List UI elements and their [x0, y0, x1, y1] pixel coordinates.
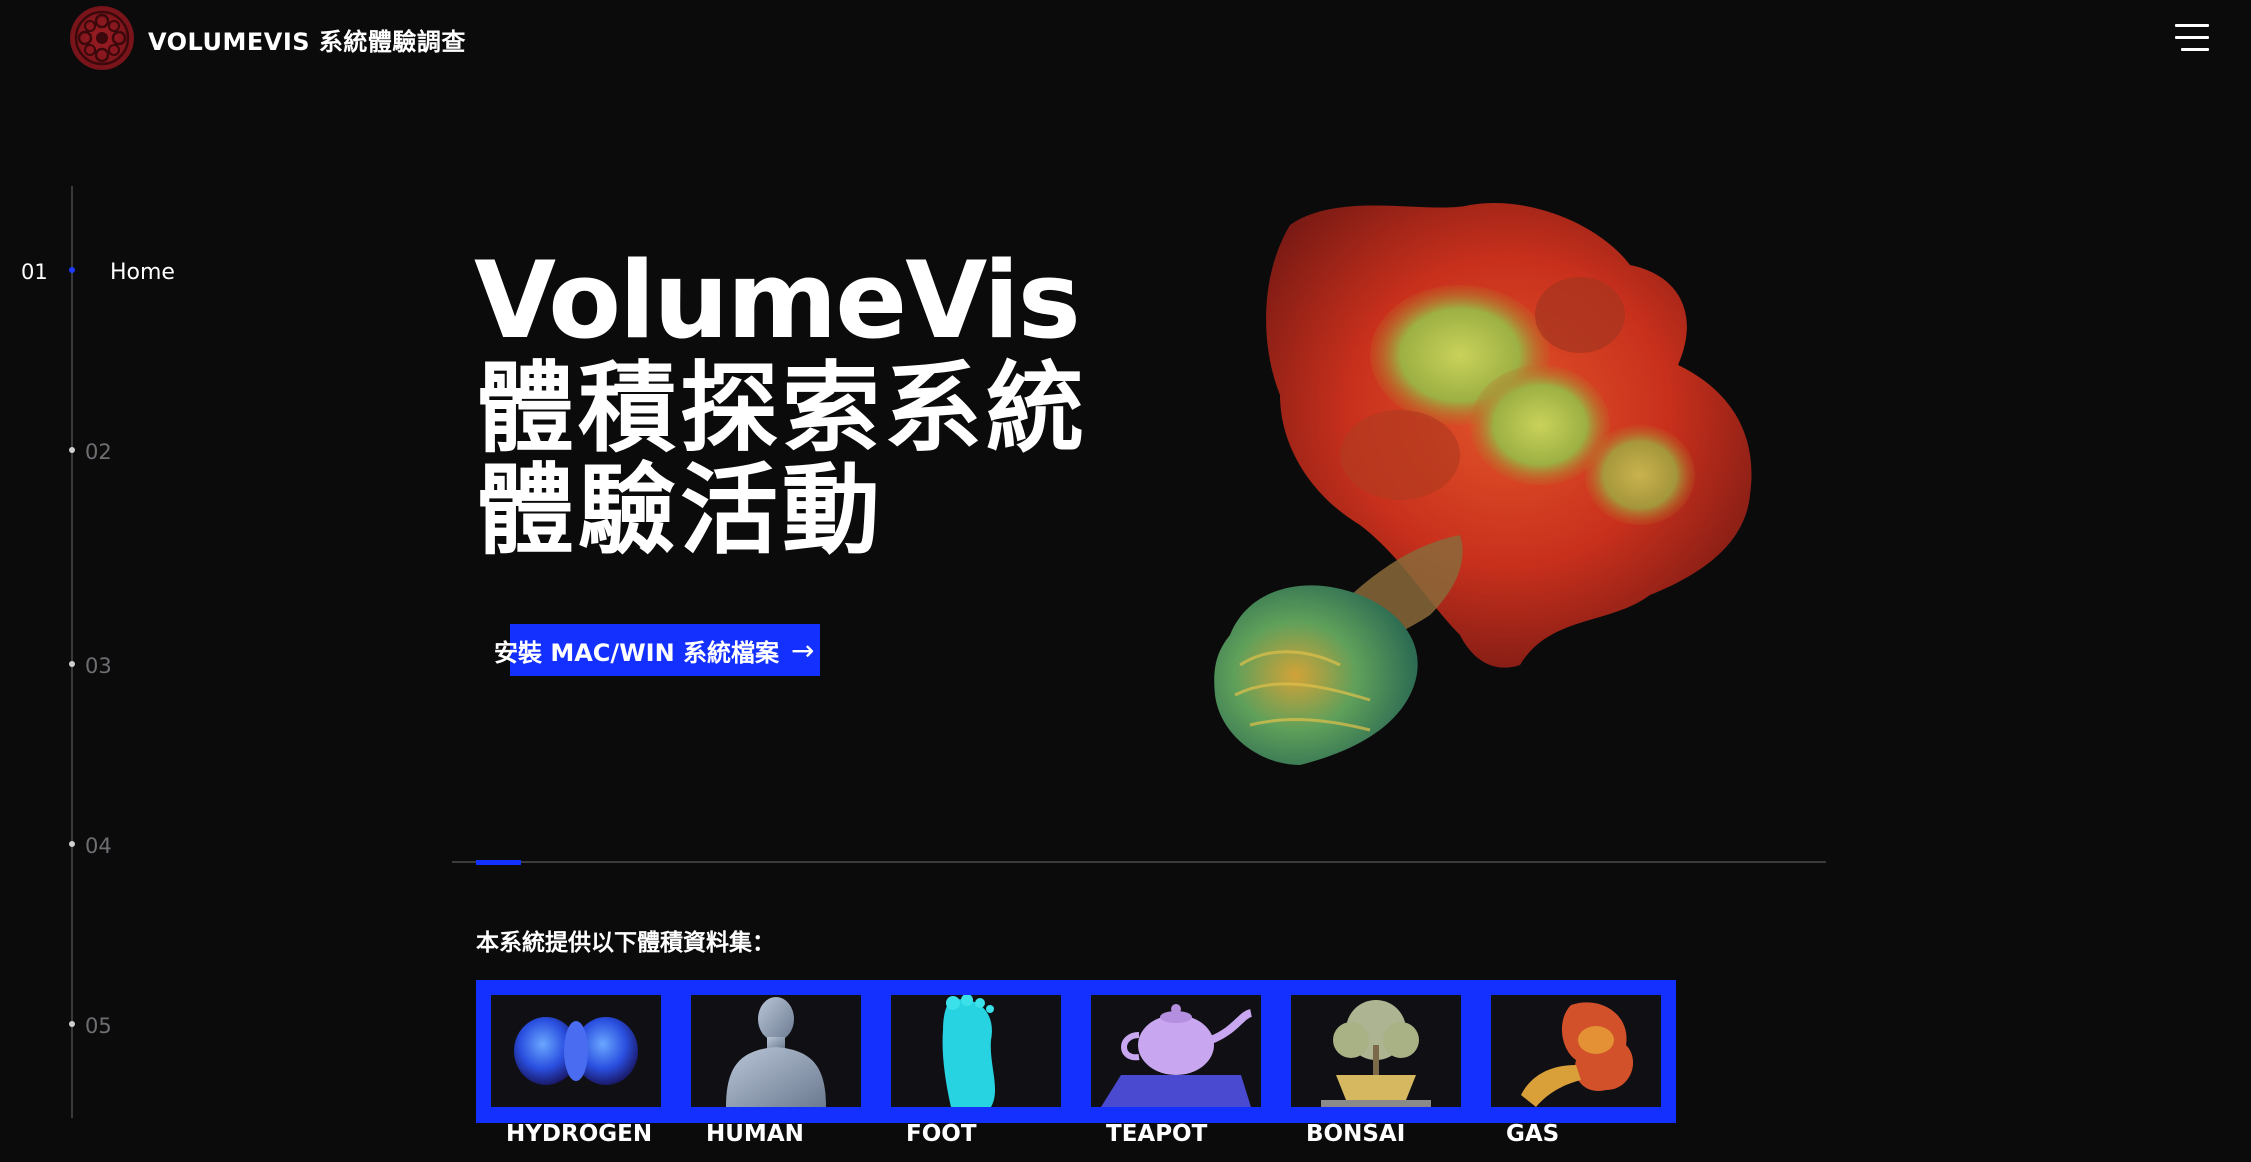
dataset-label-human: HUMAN	[706, 1121, 804, 1147]
step-dot-05[interactable]	[69, 1021, 75, 1027]
step-number-04[interactable]: 04	[85, 834, 112, 858]
install-button-label: 安裝 MAC/WIN 系統檔案	[494, 638, 780, 667]
brand-title[interactable]: VOLUMEVIS 系統體驗調查	[148, 22, 466, 57]
hero-title-chinese-line2: 體驗活動	[476, 454, 885, 568]
step-number-02[interactable]: 02	[85, 440, 112, 464]
section-divider-accent	[476, 860, 521, 865]
dataset-card-foot[interactable]: FOOT	[891, 995, 1061, 1147]
dataset-label-gas: GAS	[1506, 1121, 1560, 1147]
step-dot-active[interactable]	[69, 267, 75, 273]
dataset-card-teapot[interactable]: TEAPOT	[1091, 995, 1261, 1147]
dataset-thumbnail-human	[691, 995, 861, 1107]
hamburger-menu-icon[interactable]	[2175, 24, 2209, 52]
step-dot-02[interactable]	[69, 447, 75, 453]
film-reel-logo-icon[interactable]	[70, 6, 134, 70]
dataset-label-foot: FOOT	[906, 1121, 977, 1147]
hero-title-chinese-line1: 體積探索系統	[476, 352, 1089, 466]
step-number-03[interactable]: 03	[85, 654, 112, 678]
datasets-heading: 本系統提供以下體積資料集：	[476, 930, 775, 956]
step-number-active[interactable]: 01	[21, 260, 48, 284]
step-dot-04[interactable]	[69, 841, 75, 847]
dataset-card-bonsai[interactable]: BONSAI	[1291, 995, 1461, 1147]
step-label-home[interactable]: Home	[110, 260, 175, 285]
install-button[interactable]: 安裝 MAC/WIN 系統檔案 →	[494, 624, 820, 676]
hero-title-english: VolumeVis	[474, 239, 1081, 362]
dataset-label-teapot: TEAPOT	[1106, 1121, 1208, 1147]
dataset-thumbnail-foot	[891, 995, 1061, 1107]
dataset-thumbnail-gas	[1491, 995, 1661, 1107]
dataset-label-bonsai: BONSAI	[1306, 1121, 1406, 1147]
dataset-thumbnail-teapot	[1091, 995, 1261, 1107]
dataset-card-gas[interactable]: GAS	[1491, 995, 1661, 1147]
dataset-card-hydrogen[interactable]: HYDROGEN	[491, 995, 661, 1147]
arrow-right-icon: →	[791, 633, 815, 667]
step-number-05[interactable]: 05	[85, 1014, 112, 1038]
step-dot-03[interactable]	[69, 661, 75, 667]
section-divider	[452, 861, 1826, 863]
dataset-thumbnail-bonsai	[1291, 995, 1461, 1107]
volume-render-image	[1214, 203, 1752, 765]
dataset-label-hydrogen: HYDROGEN	[506, 1121, 653, 1147]
datasets-panel: HYDROGEN HUMAN FOOT TEAPOT BONSAI GAS	[476, 980, 1676, 1147]
dataset-card-human[interactable]: HUMAN	[691, 995, 861, 1147]
dataset-thumbnail-hydrogen	[491, 995, 661, 1107]
timeline-track	[71, 186, 73, 1118]
